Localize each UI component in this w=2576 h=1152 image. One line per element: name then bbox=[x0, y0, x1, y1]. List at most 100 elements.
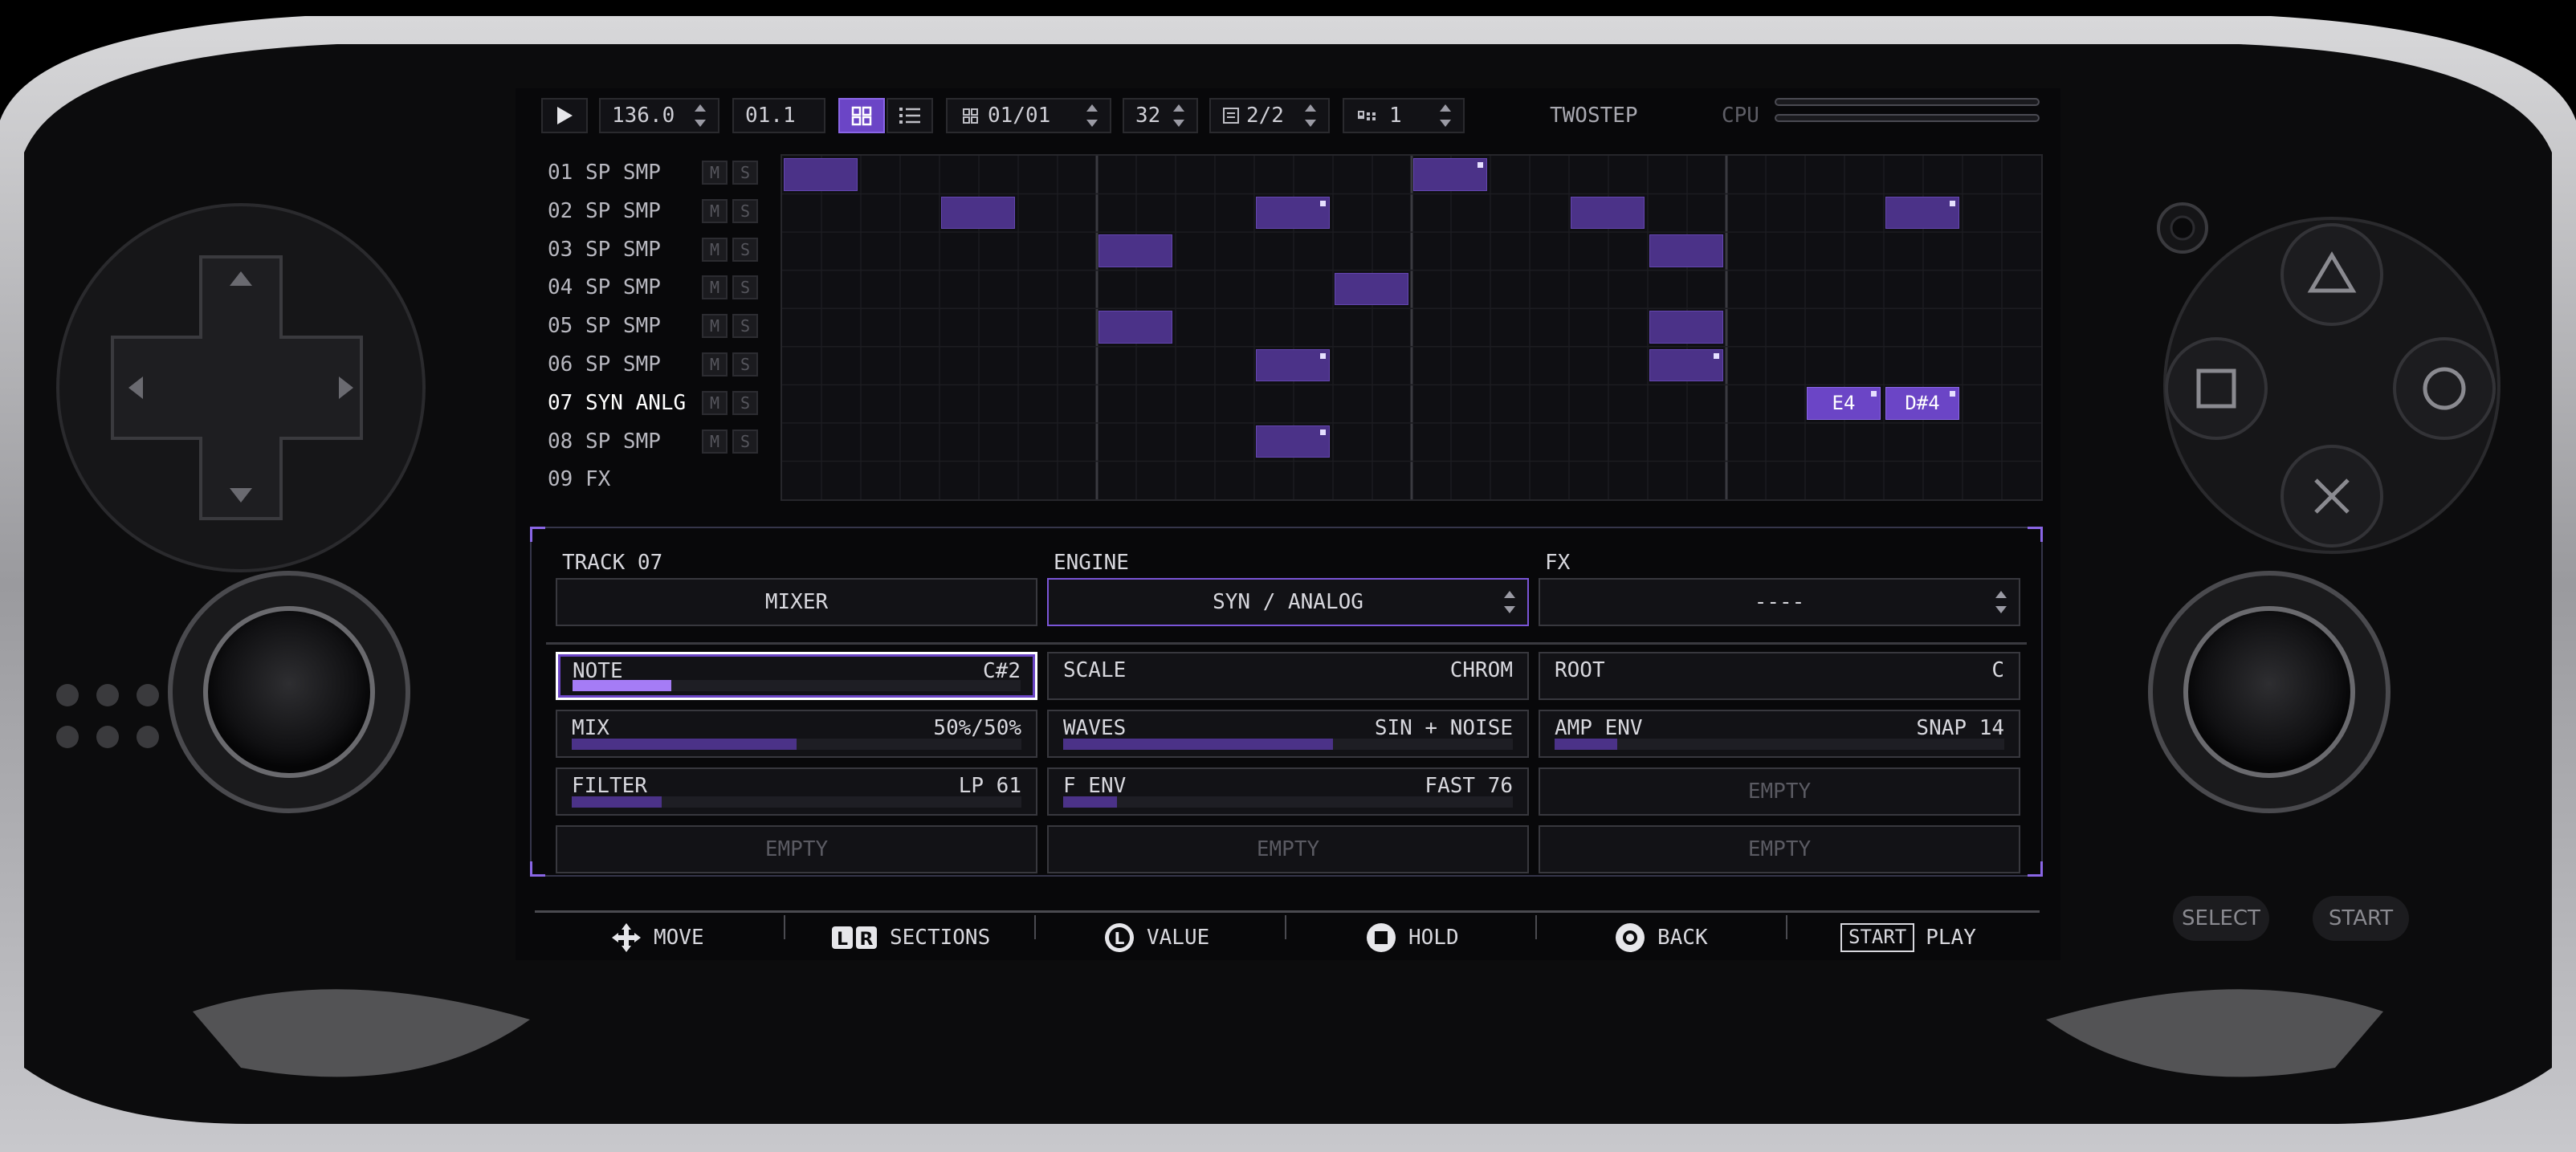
mute-button[interactable]: M bbox=[702, 161, 728, 185]
param-value: C bbox=[1991, 658, 2004, 682]
engine-select[interactable]: SYN / ANALOG bbox=[1047, 578, 1529, 626]
hint-bar-line bbox=[535, 910, 2040, 913]
empty-param-slot[interactable]: EMPTY bbox=[1539, 825, 2020, 873]
note-block[interactable] bbox=[1571, 196, 1645, 230]
solo-button[interactable]: S bbox=[732, 161, 758, 185]
note-block[interactable] bbox=[1098, 311, 1172, 344]
empty-param-slot[interactable]: EMPTY bbox=[1539, 767, 2020, 816]
solo-button[interactable]: S bbox=[732, 237, 758, 262]
param-level-fill bbox=[1555, 739, 1618, 750]
param-mix[interactable]: MIX 50%/50% bbox=[556, 710, 1037, 758]
solo-button[interactable]: S bbox=[732, 352, 758, 377]
cross-button[interactable] bbox=[2280, 445, 2383, 548]
param-f-env[interactable]: F ENV FAST 76 bbox=[1047, 767, 1529, 816]
empty-param-slot[interactable]: EMPTY bbox=[556, 825, 1037, 873]
hint-move-label: MOVE bbox=[654, 926, 704, 950]
track-label[interactable]: 07 SYN ANLG bbox=[548, 385, 686, 421]
steps-field[interactable]: 32 bbox=[1123, 98, 1198, 133]
left-analog-stick[interactable] bbox=[168, 571, 410, 813]
pattern-icon bbox=[963, 108, 978, 124]
solo-button[interactable]: S bbox=[732, 275, 758, 300]
param-value: 50%/50% bbox=[933, 716, 1021, 740]
mute-button[interactable]: M bbox=[702, 352, 728, 377]
param-level-track bbox=[572, 739, 1021, 750]
track-label[interactable]: 04 SP SMP bbox=[548, 269, 661, 306]
note-block[interactable] bbox=[1649, 348, 1723, 382]
panel-corner-bl bbox=[530, 861, 545, 877]
note-block[interactable] bbox=[784, 158, 858, 191]
param-amp-env[interactable]: AMP ENV SNAP 14 bbox=[1539, 710, 2020, 758]
note-block[interactable] bbox=[1256, 196, 1330, 230]
note-block[interactable] bbox=[1885, 196, 1959, 230]
param-level-fill bbox=[1063, 796, 1118, 808]
solo-button[interactable]: S bbox=[732, 390, 758, 415]
track-label[interactable]: 03 SP SMP bbox=[548, 231, 661, 268]
note-block[interactable] bbox=[1098, 234, 1172, 267]
fx-select-arrows-icon bbox=[1995, 589, 2007, 615]
play-button[interactable] bbox=[541, 98, 588, 133]
steps-stepper-icon[interactable] bbox=[1172, 103, 1185, 128]
select-button[interactable]: SELECT bbox=[2173, 896, 2269, 941]
mute-button[interactable]: M bbox=[702, 275, 728, 300]
solo-button[interactable]: S bbox=[732, 314, 758, 339]
param-note[interactable]: NOTE C#2 bbox=[556, 652, 1037, 700]
param-value: CHROM bbox=[1449, 658, 1513, 682]
track-label[interactable]: 05 SP SMP bbox=[548, 307, 661, 344]
note-block[interactable]: E4 bbox=[1807, 387, 1881, 420]
note-block[interactable] bbox=[1335, 272, 1408, 306]
page-stepper-icon[interactable] bbox=[1304, 103, 1317, 128]
mute-button[interactable]: M bbox=[702, 390, 728, 415]
right-analog-stick[interactable] bbox=[2148, 571, 2391, 813]
param-waves[interactable]: WAVES SIN + NOISE bbox=[1047, 710, 1529, 758]
note-block[interactable] bbox=[1256, 348, 1330, 382]
note-block[interactable]: D#4 bbox=[1885, 387, 1959, 420]
track-label[interactable]: 06 SP SMP bbox=[548, 346, 661, 383]
channel-icon bbox=[1358, 111, 1376, 120]
note-block[interactable] bbox=[941, 196, 1015, 230]
hint-hold: HOLD bbox=[1365, 920, 1459, 955]
list-view-button[interactable] bbox=[887, 98, 933, 133]
tempo-field[interactable]: 136.0 bbox=[599, 98, 719, 133]
triangle-button[interactable] bbox=[2280, 223, 2383, 326]
grid-view-button[interactable] bbox=[838, 98, 885, 133]
tempo-stepper-icon[interactable] bbox=[694, 103, 707, 128]
note-block[interactable] bbox=[1256, 425, 1330, 458]
param-value: SNAP 14 bbox=[1916, 716, 2004, 740]
param-value: LP 61 bbox=[958, 774, 1021, 798]
start-button[interactable]: START bbox=[2313, 896, 2409, 941]
mute-button[interactable]: M bbox=[702, 198, 728, 223]
param-scale[interactable]: SCALE CHROM bbox=[1047, 652, 1529, 700]
param-filter[interactable]: FILTER LP 61 bbox=[556, 767, 1037, 816]
note-block[interactable] bbox=[1649, 234, 1723, 267]
dpad[interactable] bbox=[56, 203, 426, 572]
mute-button[interactable]: M bbox=[702, 237, 728, 262]
position-field[interactable]: 01.1 bbox=[732, 98, 825, 133]
solo-button[interactable]: S bbox=[732, 198, 758, 223]
page-icon bbox=[1223, 108, 1239, 124]
pattern-stepper-icon[interactable] bbox=[1086, 103, 1098, 128]
panel-corner-br bbox=[2028, 861, 2043, 877]
step-grid[interactable]: E4 D#4 bbox=[781, 154, 2043, 501]
channel-stepper-icon[interactable] bbox=[1439, 103, 1452, 128]
mute-button[interactable]: M bbox=[702, 429, 728, 454]
square-button[interactable] bbox=[2165, 337, 2268, 440]
param-level-track bbox=[572, 796, 1021, 808]
fx-select-value: ---- bbox=[1754, 590, 1805, 614]
param-root[interactable]: ROOT C bbox=[1539, 652, 2020, 700]
empty-param-slot[interactable]: EMPTY bbox=[1047, 825, 1529, 873]
mixer-button[interactable]: MIXER bbox=[556, 578, 1037, 626]
track-label[interactable]: 08 SP SMP bbox=[548, 423, 661, 460]
solo-button[interactable]: S bbox=[732, 429, 758, 454]
track-label[interactable]: 01 SP SMP bbox=[548, 154, 661, 191]
camera-lens bbox=[2157, 202, 2208, 254]
fx-select[interactable]: ---- bbox=[1539, 578, 2020, 626]
channel-field[interactable]: 1 bbox=[1343, 98, 1465, 133]
note-block[interactable] bbox=[1413, 158, 1487, 191]
pattern-field[interactable]: 01/01 bbox=[946, 98, 1111, 133]
circle-button[interactable] bbox=[2393, 337, 2496, 440]
note-block[interactable] bbox=[1649, 311, 1723, 344]
page-field[interactable]: 2/2 bbox=[1209, 98, 1330, 133]
track-label[interactable]: 02 SP SMP bbox=[548, 193, 661, 230]
mute-button[interactable]: M bbox=[702, 314, 728, 339]
track-label[interactable]: 09 FX bbox=[548, 461, 610, 498]
